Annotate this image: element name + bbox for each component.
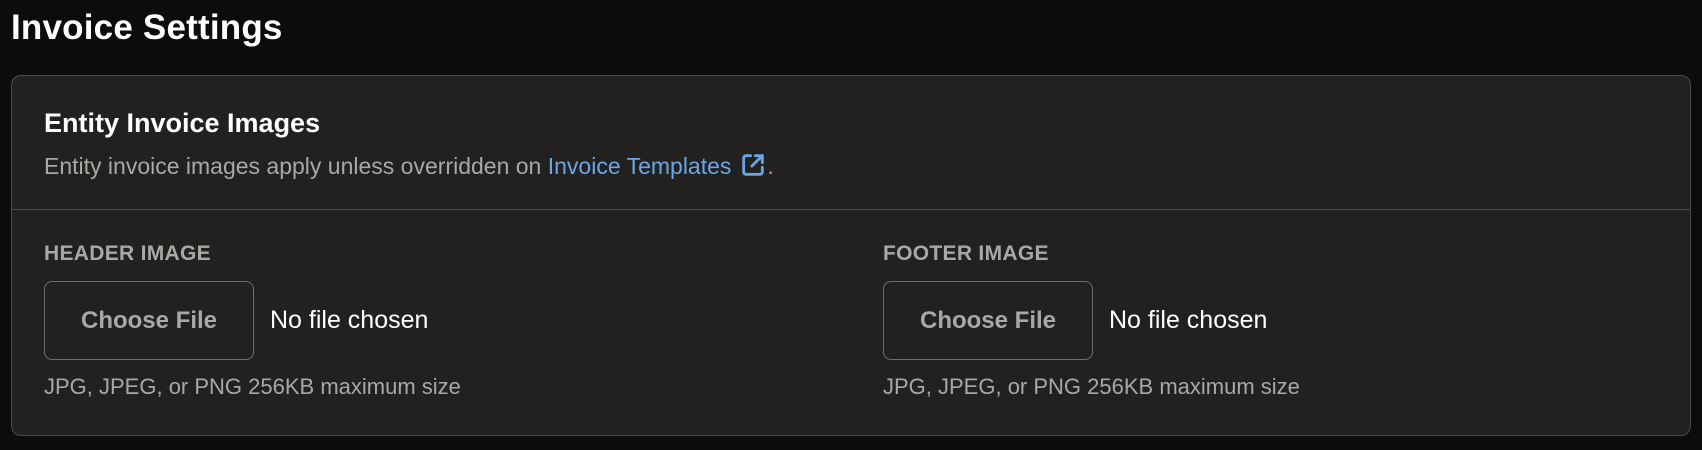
footer-image-label: FOOTER IMAGE <box>883 242 1049 265</box>
description-suffix: . <box>767 153 774 179</box>
invoice-settings-page: Invoice Settings Entity Invoice Images E… <box>0 0 1702 450</box>
header-image-field: HEADER IMAGE Choose File No file chosen … <box>44 241 461 399</box>
footer-image-hint: JPG, JPEG, or PNG 256KB maximum size <box>883 374 1300 399</box>
page-title: Invoice Settings <box>11 8 283 47</box>
footer-image-file-input[interactable]: Choose File No file chosen <box>883 281 1267 360</box>
entity-invoice-images-card: Entity Invoice Images Entity invoice ima… <box>11 75 1691 436</box>
header-image-hint: JPG, JPEG, or PNG 256KB maximum size <box>44 374 461 399</box>
footer-image-field: FOOTER IMAGE Choose File No file chosen … <box>883 241 1300 399</box>
invoice-templates-link[interactable]: Invoice Templates <box>548 153 768 179</box>
external-link-icon <box>742 154 765 176</box>
invoice-templates-link-label: Invoice Templates <box>547 153 732 179</box>
footer-file-status: No file chosen <box>1109 306 1268 334</box>
section-description: Entity invoice images apply unless overr… <box>44 149 774 183</box>
header-file-status: No file chosen <box>270 306 429 334</box>
card-header: Entity Invoice Images Entity invoice ima… <box>12 76 1690 210</box>
footer-choose-file-button[interactable]: Choose File <box>883 281 1093 360</box>
header-choose-file-button[interactable]: Choose File <box>44 281 254 360</box>
header-image-label: HEADER IMAGE <box>44 242 211 265</box>
header-image-file-input[interactable]: Choose File No file chosen <box>44 281 428 360</box>
description-prefix: Entity invoice images apply unless overr… <box>44 153 548 179</box>
section-title: Entity Invoice Images <box>44 108 321 138</box>
